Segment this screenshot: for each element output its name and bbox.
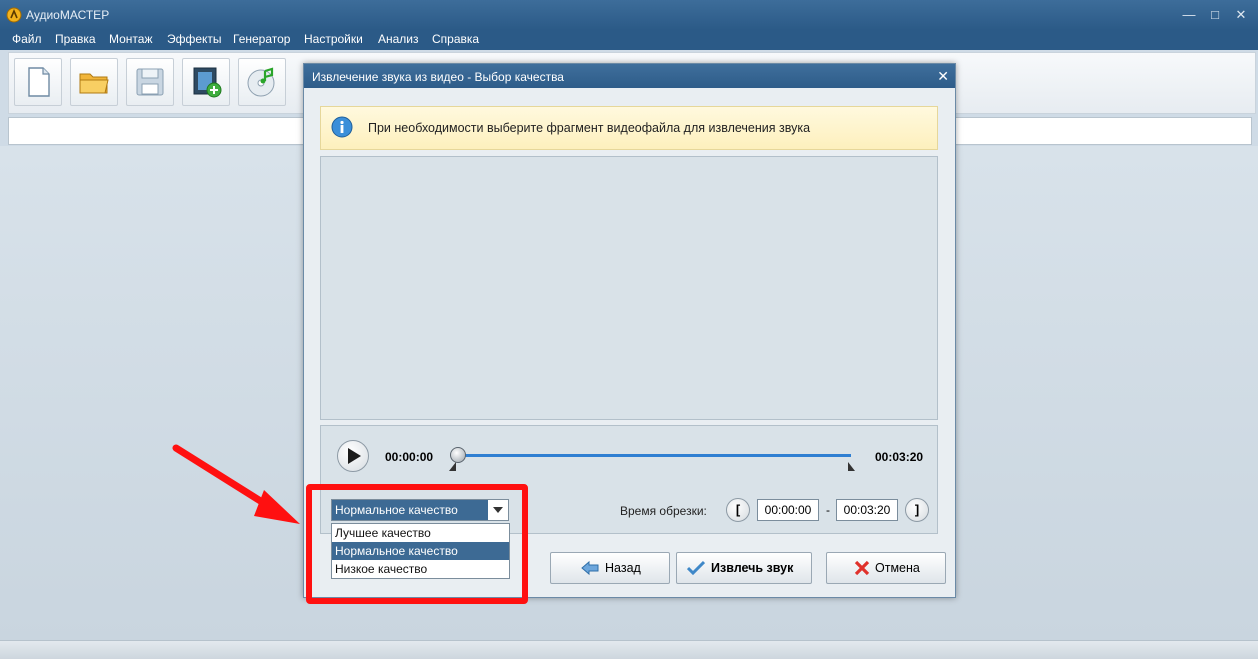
info-banner: При необходимости выберите фрагмент виде… [320,106,938,150]
add-video-button[interactable] [182,58,230,106]
extract-audio-button-label: Извлечь звук [711,561,794,575]
menu-edit[interactable]: Правка [55,32,96,46]
status-bar [0,640,1258,659]
set-trim-start-button[interactable]: [ [726,498,750,522]
close-window-button[interactable]: ✕ [1232,6,1250,24]
play-icon [348,448,361,464]
timeline-track[interactable] [459,454,851,457]
save-disk-icon [136,68,164,96]
menu-analysis[interactable]: Анализ [378,32,419,46]
video-preview [320,156,938,420]
play-button[interactable] [337,440,369,472]
new-file-button[interactable] [14,58,62,106]
menu-help[interactable]: Справка [432,32,479,46]
menu-generator[interactable]: Генератор [233,32,290,46]
trim-from-input[interactable]: 00:00:00 [757,499,819,521]
back-button-label: Назад [605,561,641,575]
cancel-x-icon [854,560,870,576]
time-end-label: 00:03:20 [875,450,924,464]
menu-montage[interactable]: Монтаж [109,32,153,46]
cancel-button[interactable]: Отмена [826,552,946,584]
menu-effects[interactable]: Эффекты [167,32,222,46]
app-title: АудиоМАСТЕР [26,8,110,22]
arrow-left-icon [581,560,599,576]
trim-time-label: Время обрезки: [620,504,707,518]
menu-file[interactable]: Файл [12,32,42,46]
time-start-label: 00:00:00 [385,450,434,464]
open-folder-icon [79,73,109,94]
maximize-button[interactable]: □ [1206,6,1224,24]
trim-start-marker[interactable] [449,462,456,471]
extract-audio-button[interactable]: Извлечь звук [676,552,812,584]
menu-bar: Файл Правка Монтаж Эффекты Генератор Нас… [0,30,1258,50]
trim-separator: - [826,503,830,517]
trim-to-input[interactable]: 00:03:20 [836,499,898,521]
dialog-title-bar: Извлечение звука из видео - Выбор качест… [304,64,955,88]
timeline-position-knob[interactable] [450,447,466,463]
cd-music-icon [247,67,275,97]
app-title-bar: АудиоМАСТЕР — □ ✕ [0,0,1258,30]
set-trim-end-button[interactable]: ] [905,498,929,522]
minimize-button[interactable]: — [1180,6,1198,24]
menu-settings[interactable]: Настройки [304,32,363,46]
save-button[interactable] [126,58,174,106]
cd-audio-button[interactable] [238,58,286,106]
info-icon [331,116,353,138]
add-video-icon [193,67,222,98]
info-text: При необходимости выберите фрагмент виде… [368,121,811,135]
open-file-button[interactable] [70,58,118,106]
trim-end-marker[interactable] [848,462,855,471]
app-logo-icon [6,7,22,23]
dialog-title: Извлечение звука из видео - Выбор качест… [312,70,564,84]
checkmark-icon [687,560,705,576]
back-button[interactable]: Назад [550,552,670,584]
cancel-button-label: Отмена [875,561,920,575]
annotation-arrow-icon [172,444,300,524]
dialog-close-button[interactable]: ✕ [937,68,949,85]
new-file-icon [28,67,50,97]
annotation-highlight-box [306,484,528,604]
